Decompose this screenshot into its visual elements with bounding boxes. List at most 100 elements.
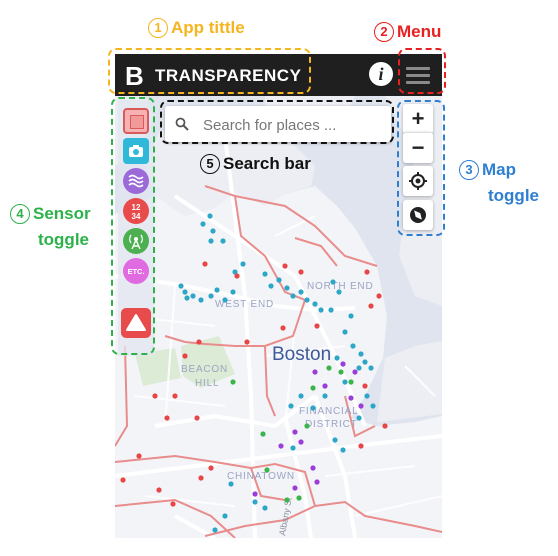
sensor-marker[interactable] <box>292 485 298 491</box>
sensor-marker[interactable] <box>212 527 218 533</box>
sensor-marker[interactable] <box>196 339 202 345</box>
sensor-marker[interactable] <box>334 355 340 361</box>
sensor-marker[interactable] <box>170 501 176 507</box>
sensor-marker[interactable] <box>358 403 364 409</box>
sensor-marker[interactable] <box>207 213 213 219</box>
sensor-marker[interactable] <box>190 293 196 299</box>
sensor-marker[interactable] <box>244 339 250 345</box>
sensor-marker[interactable] <box>368 303 374 309</box>
sensor-marker[interactable] <box>350 343 356 349</box>
sensor-marker[interactable] <box>304 297 310 303</box>
sensor-marker[interactable] <box>230 379 236 385</box>
sensor-marker[interactable] <box>364 269 370 275</box>
sensor-marker[interactable] <box>222 513 228 519</box>
sensor-marker[interactable] <box>282 263 288 269</box>
sensor-marker[interactable] <box>356 365 362 371</box>
sensor-marker[interactable] <box>264 467 270 473</box>
sensor-marker[interactable] <box>156 487 162 493</box>
sensor-marker[interactable] <box>328 307 334 313</box>
sensor-marker[interactable] <box>288 403 294 409</box>
sensor-marker[interactable] <box>322 383 328 389</box>
sensor-marker[interactable] <box>364 393 370 399</box>
sensor-marker[interactable] <box>214 287 220 293</box>
info-button[interactable]: i <box>369 62 393 86</box>
sensor-marker[interactable] <box>298 269 304 275</box>
sensor-marker[interactable] <box>292 429 298 435</box>
sensor-marker[interactable] <box>228 481 234 487</box>
sensor-marker[interactable] <box>304 423 310 429</box>
sensor-marker[interactable] <box>376 293 382 299</box>
sensor-marker[interactable] <box>208 293 214 299</box>
sensor-marker[interactable] <box>198 475 204 481</box>
sensor-marker[interactable] <box>202 261 208 267</box>
sensor-marker[interactable] <box>172 393 178 399</box>
sensor-marker[interactable] <box>348 395 354 401</box>
sensor-marker[interactable] <box>310 465 316 471</box>
sensor-marker[interactable] <box>194 415 200 421</box>
sensor-marker[interactable] <box>314 323 320 329</box>
sensor-marker[interactable] <box>284 285 290 291</box>
sensor-marker[interactable] <box>314 479 320 485</box>
sensor-marker[interactable] <box>222 297 228 303</box>
sensor-marker[interactable] <box>332 437 338 443</box>
sensor-marker[interactable] <box>184 295 190 301</box>
sensor-marker[interactable] <box>252 491 258 497</box>
sensor-marker[interactable] <box>136 453 142 459</box>
sensor-marker[interactable] <box>358 443 364 449</box>
sensor-marker[interactable] <box>348 313 354 319</box>
sensor-marker[interactable] <box>268 283 274 289</box>
sensor-marker[interactable] <box>368 365 374 371</box>
sensor-marker[interactable] <box>340 361 346 367</box>
sensor-marker[interactable] <box>120 477 126 483</box>
sensor-marker[interactable] <box>352 369 358 375</box>
sensor-marker[interactable] <box>310 405 316 411</box>
sensor-marker[interactable] <box>164 415 170 421</box>
sensor-marker[interactable] <box>290 445 296 451</box>
sensor-marker[interactable] <box>208 465 214 471</box>
sensor-marker[interactable] <box>312 369 318 375</box>
sensor-marker[interactable] <box>276 277 282 283</box>
sensor-marker[interactable] <box>370 403 376 409</box>
sensor-marker[interactable] <box>278 443 284 449</box>
sensor-marker[interactable] <box>152 393 158 399</box>
sensor-marker[interactable] <box>200 221 206 227</box>
sensor-marker[interactable] <box>298 289 304 295</box>
sensor-marker[interactable] <box>296 495 302 501</box>
sensor-marker[interactable] <box>210 228 216 234</box>
sensor-marker[interactable] <box>178 283 184 289</box>
sensor-marker[interactable] <box>326 365 332 371</box>
sensor-marker[interactable] <box>290 293 296 299</box>
sensor-marker[interactable] <box>318 307 324 313</box>
sensor-marker[interactable] <box>182 353 188 359</box>
sensor-marker[interactable] <box>252 499 258 505</box>
sensor-marker[interactable] <box>340 447 346 453</box>
sensor-marker[interactable] <box>208 238 214 244</box>
sensor-marker[interactable] <box>284 497 290 503</box>
sensor-marker[interactable] <box>312 301 318 307</box>
sensor-marker[interactable] <box>240 261 246 267</box>
sensor-marker[interactable] <box>230 289 236 295</box>
sensor-marker[interactable] <box>262 505 268 511</box>
sensor-marker[interactable] <box>322 393 328 399</box>
sensor-marker[interactable] <box>310 385 316 391</box>
sensor-marker[interactable] <box>182 289 188 295</box>
sensor-marker[interactable] <box>298 439 304 445</box>
sensor-marker[interactable] <box>198 297 204 303</box>
sensor-marker[interactable] <box>260 431 266 437</box>
sensor-marker[interactable] <box>336 289 342 295</box>
sensor-marker[interactable] <box>382 423 388 429</box>
sensor-marker[interactable] <box>362 359 368 365</box>
sensor-marker[interactable] <box>220 238 226 244</box>
sensor-marker[interactable] <box>348 379 354 385</box>
sensor-marker[interactable] <box>234 273 240 279</box>
sensor-marker[interactable] <box>262 271 268 277</box>
sensor-marker[interactable] <box>358 351 364 357</box>
sensor-marker[interactable] <box>356 415 362 421</box>
sensor-marker[interactable] <box>298 393 304 399</box>
sensor-marker[interactable] <box>280 325 286 331</box>
sensor-marker[interactable] <box>342 329 348 335</box>
sensor-marker[interactable] <box>330 279 336 285</box>
sensor-marker[interactable] <box>338 369 344 375</box>
sensor-marker[interactable] <box>362 383 368 389</box>
sensor-marker[interactable] <box>342 379 348 385</box>
